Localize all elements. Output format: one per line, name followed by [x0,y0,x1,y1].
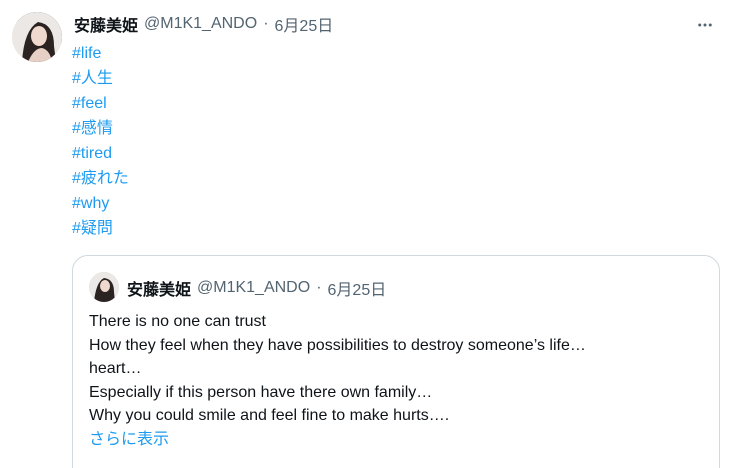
tweet-header: 安藤美姫 @M1K1_ANDO · 6月25日 [74,12,333,36]
separator-dot: · [263,15,269,32]
tweet-date[interactable]: 6月25日 [275,12,334,36]
quoted-author-handle: @M1K1_ANDO [197,279,311,296]
quoted-text-line: Especially if this person have there own… [89,383,433,401]
quoted-header: 安藤美姫 @M1K1_ANDO · 6月25日 [127,276,386,300]
quoted-text: There is no one can trust How they feel … [89,310,705,452]
author-handle[interactable]: @M1K1_ANDO [144,15,257,33]
more-button[interactable] [694,14,716,36]
quoted-tweet[interactable]: 安藤美姫 @M1K1_ANDO · 6月25日 There is no one … [72,255,720,468]
quoted-author-name: 安藤美姫 [127,282,192,299]
hashtag-link[interactable]: #why [72,191,129,216]
quoted-text-line: heart… [89,360,142,377]
hashtag-list: #life #人生 #feel #感情 #tired #疲れた #why #疑問 [72,41,129,241]
more-horizontal-icon [698,23,712,27]
hashtag-link[interactable]: #人生 [72,66,129,91]
quoted-avatar[interactable] [89,272,119,302]
hashtag-link[interactable]: #疲れた [72,166,129,191]
show-more-link[interactable]: さらに表示 [89,428,705,452]
hashtag-link[interactable]: #感情 [72,116,129,141]
quoted-text-line: How they feel when they have possibiliti… [89,336,586,354]
hashtag-link[interactable]: #life [72,41,129,66]
tweet[interactable]: 安藤美姫 @M1K1_ANDO · 6月25日 #life #人生 #feel … [0,0,730,468]
author-name[interactable]: 安藤美姫 [74,12,138,36]
separator-dot: · [316,279,322,296]
quoted-date: 6月25日 [327,282,387,299]
avatar[interactable] [12,12,62,62]
quoted-text-line: There is no one can trust [89,313,266,330]
quoted-text-line: Why you could smile and feel fine to mak… [89,407,450,424]
hashtag-link[interactable]: #疑問 [72,216,129,241]
hashtag-link[interactable]: #feel [72,91,129,116]
hashtag-link[interactable]: #tired [72,141,129,166]
